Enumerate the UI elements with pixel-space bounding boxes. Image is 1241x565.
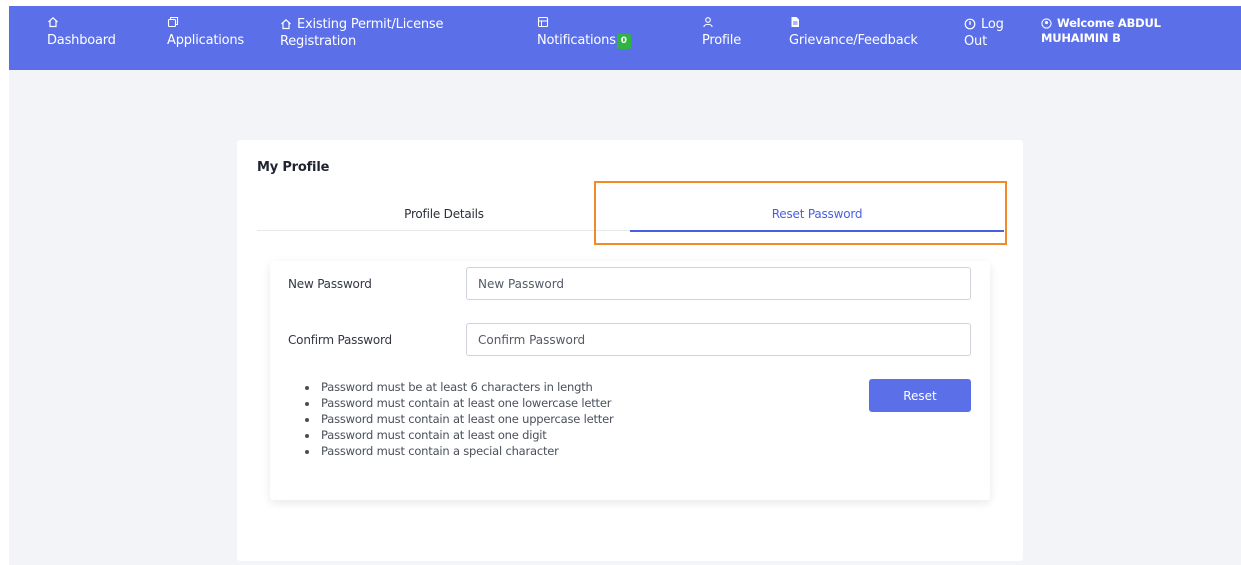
confirm-password-input[interactable] xyxy=(466,323,971,356)
password-rule: Password must contain at least one lower… xyxy=(319,395,614,411)
password-rules-list: Password must be at least 6 characters i… xyxy=(306,379,614,459)
nav-dashboard[interactable]: Dashboard xyxy=(47,16,116,49)
welcome-line1: Welcome ABDUL xyxy=(1057,16,1161,30)
nav-applications[interactable]: Applications xyxy=(167,16,244,49)
nav-notifications[interactable]: Notifications 0 xyxy=(537,16,631,49)
nav-dashboard-label: Dashboard xyxy=(47,33,116,48)
nav-applications-label: Applications xyxy=(167,33,245,48)
home-icon xyxy=(47,16,116,32)
nav-existing-permit-line2: Registration xyxy=(280,34,356,49)
nav-welcome-user: Welcome ABDUL MUHAIMIN B xyxy=(1041,16,1161,46)
welcome-line2: MUHAIMIN B xyxy=(1041,31,1121,45)
profile-card: My Profile Profile Details Reset Passwor… xyxy=(237,140,1023,561)
copy-icon xyxy=(167,16,244,32)
user-circle-icon xyxy=(1041,18,1052,29)
password-rule: Password must be at least 6 characters i… xyxy=(319,379,614,395)
nav-existing-permit-line1: Existing Permit/License xyxy=(297,17,444,32)
nav-profile-label: Profile xyxy=(702,33,742,48)
tab-profile-details[interactable]: Profile Details xyxy=(257,206,631,231)
password-rule: Password must contain at least one digit xyxy=(319,427,614,443)
confirm-password-label: Confirm Password xyxy=(288,333,392,347)
new-password-input[interactable] xyxy=(466,267,971,300)
calendar-icon xyxy=(537,16,631,32)
page-title: My Profile xyxy=(257,160,330,175)
app-frame: Dashboard Applications Existing Permit/L… xyxy=(9,6,1241,565)
notification-count-badge: 0 xyxy=(616,34,631,49)
file-icon xyxy=(789,16,918,32)
nav-logout-line1: Log xyxy=(981,17,1004,32)
power-icon xyxy=(964,18,976,30)
nav-grievance-label: Grievance/Feedback xyxy=(789,33,918,48)
nav-notifications-label: Notifications xyxy=(537,33,616,48)
nav-grievance[interactable]: Grievance/Feedback xyxy=(789,16,918,49)
reset-password-form: New Password Confirm Password Password m… xyxy=(270,261,990,500)
password-rule: Password must contain a special characte… xyxy=(319,443,614,459)
password-rule: Password must contain at least one upper… xyxy=(319,411,614,427)
nav-existing-permit[interactable]: Existing Permit/License Registration xyxy=(280,16,443,50)
reset-button[interactable]: Reset xyxy=(869,379,971,412)
user-icon xyxy=(702,16,741,32)
nav-logout[interactable]: Log Out xyxy=(964,16,1004,50)
nav-profile[interactable]: Profile xyxy=(702,16,741,49)
nav-logout-line2: Out xyxy=(964,34,987,49)
home-icon xyxy=(280,18,292,30)
tab-reset-password[interactable]: Reset Password xyxy=(630,206,1004,232)
top-navbar: Dashboard Applications Existing Permit/L… xyxy=(9,6,1241,70)
new-password-label: New Password xyxy=(288,277,372,291)
